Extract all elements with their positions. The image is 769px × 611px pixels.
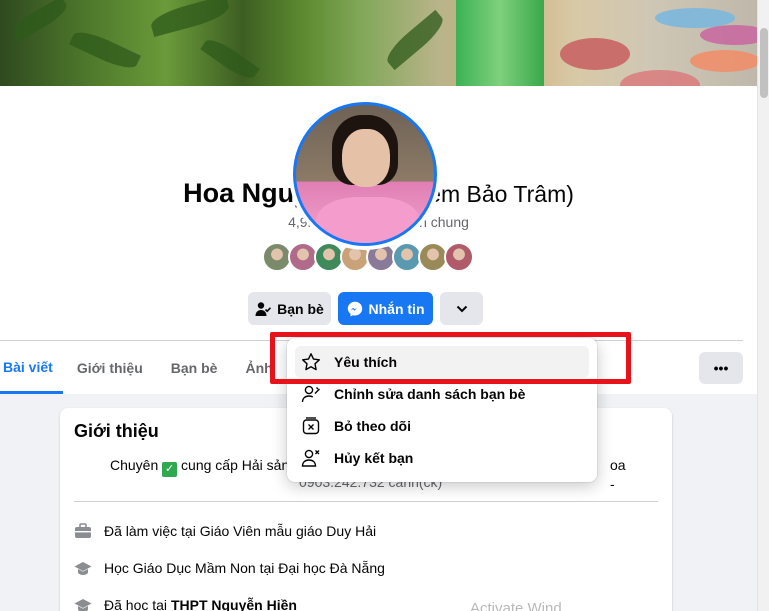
windows-activation-watermark: Activate Wind (470, 600, 562, 611)
page-scrollbar[interactable] (757, 0, 769, 611)
friends-button[interactable]: Bạn bè (248, 292, 331, 325)
intro-item-highschool: Đã học tại THPT Nguyễn Hiền (74, 597, 297, 611)
friend-actions-menu: Yêu thích Chỉnh sửa danh sách bạn bè Bỏ … (287, 338, 597, 482)
menu-item-favorites[interactable]: Yêu thích (295, 346, 589, 378)
friends-person-check-icon (255, 301, 272, 316)
avatar-photo (293, 102, 437, 246)
highschool-name[interactable]: THPT Nguyễn Hiền (171, 597, 297, 611)
menu-item-unfollow-label: Bỏ theo dõi (334, 418, 411, 434)
intro-item-work: Đã làm việc tại Giáo Viên mẫu giáo Duy H… (74, 523, 376, 539)
graduation-cap-icon (74, 599, 92, 611)
bio-tail: oa - (610, 457, 626, 492)
briefcase-icon (75, 523, 91, 538)
intro-item-highschool-text: Đã học tại THPT Nguyễn Hiền (104, 597, 297, 611)
bio-prefix: Chuyên (110, 457, 159, 473)
unfriend-icon (300, 447, 322, 469)
check-mark-icon: ✓ (162, 462, 178, 477)
friends-button-label: Bạn bè (277, 300, 324, 317)
highschool-prefix: Đã học tại (104, 597, 171, 611)
graduation-cap-icon (74, 562, 92, 575)
tab-friends[interactable]: Bạn bè (157, 342, 232, 394)
star-icon (300, 351, 322, 373)
tabs-more-button[interactable]: ••• (699, 352, 743, 384)
menu-item-unfriend-label: Hủy kết bạn (334, 450, 414, 466)
more-actions-button[interactable] (440, 292, 483, 325)
tab-about[interactable]: Giới thiệu (63, 342, 157, 394)
unfollow-icon (300, 415, 322, 437)
chevron-down-icon (456, 305, 467, 312)
edit-friend-list-icon (300, 383, 322, 405)
intro-item-work-text: Đã làm việc tại Giáo Viên mẫu giáo Duy H… (104, 523, 377, 539)
cover-photo[interactable] (0, 0, 757, 86)
intro-divider (74, 501, 658, 502)
messenger-icon (347, 301, 362, 316)
message-button-label: Nhắn tin (368, 300, 425, 317)
profile-avatar[interactable] (289, 98, 441, 250)
menu-item-edit-friend-lists-label: Chỉnh sửa danh sách bạn bè (334, 386, 526, 402)
message-button[interactable]: Nhắn tin (338, 292, 433, 325)
intro-item-education: Học Giáo Dục Mầm Non tại Đại học Đà Nẵng (74, 560, 385, 576)
mutual-friend-avatar[interactable] (444, 242, 474, 272)
menu-item-unfriend[interactable]: Hủy kết bạn (295, 442, 589, 474)
intro-item-education-text: Học Giáo Dục Mầm Non tại Đại học Đà Nẵng (104, 560, 385, 576)
bio-main: cung cấp Hải sản (181, 457, 290, 473)
menu-item-edit-friend-lists[interactable]: Chỉnh sửa danh sách bạn bè (295, 378, 589, 410)
menu-item-favorites-label: Yêu thích (334, 354, 398, 370)
profile-tabs: Bài viết Giới thiệu Bạn bè Ảnh (0, 342, 287, 394)
tab-posts[interactable]: Bài viết (0, 342, 63, 394)
menu-item-unfollow[interactable]: Bỏ theo dõi (295, 410, 589, 442)
tab-photos[interactable]: Ảnh (231, 342, 286, 394)
intro-title: Giới thiệu (74, 421, 159, 441)
scrollbar-thumb[interactable] (760, 28, 768, 98)
